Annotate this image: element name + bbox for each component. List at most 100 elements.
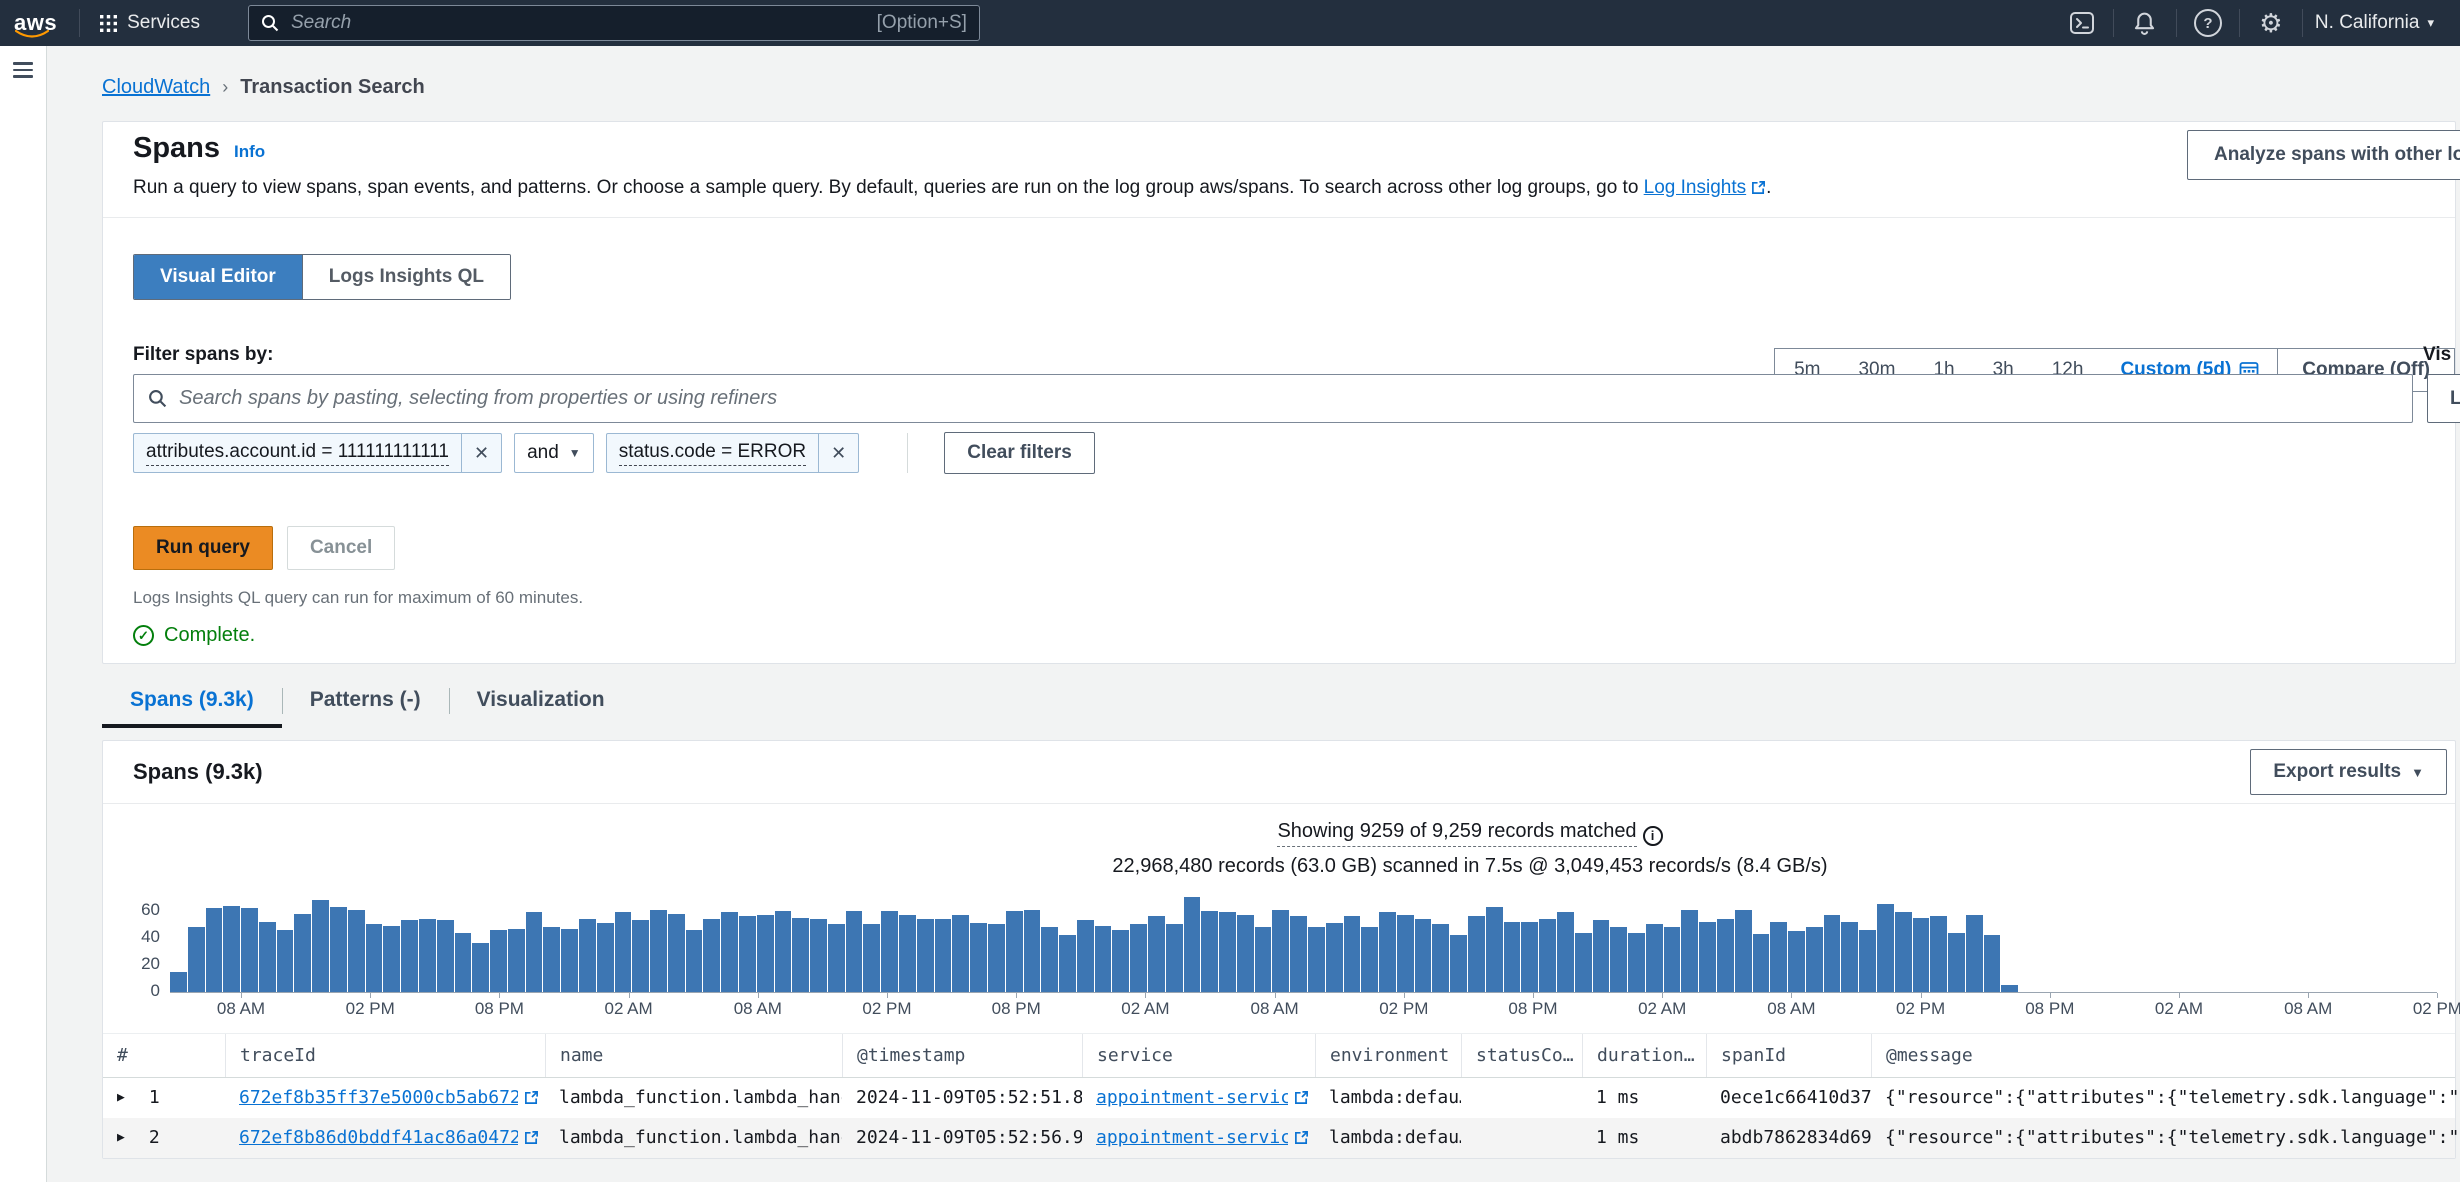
cell-timestamp: 2024-11-09T05:52:51.8… bbox=[842, 1087, 1082, 1108]
aws-logo[interactable]: aws bbox=[14, 10, 57, 36]
export-results-button[interactable]: Export results ▼ bbox=[2250, 749, 2447, 795]
span-filter-input[interactable] bbox=[177, 386, 2398, 411]
x-axis-label: 02 PM bbox=[1896, 999, 1945, 1019]
tab-spans[interactable]: Spans (9.3k) bbox=[102, 672, 282, 728]
histogram-bar bbox=[1859, 930, 1876, 992]
column-header-num[interactable]: # bbox=[103, 1034, 225, 1077]
traceId-link[interactable]: 672ef8b86d0bddf41ac86a0472656bdd bbox=[239, 1127, 518, 1148]
histogram-bar bbox=[1504, 922, 1521, 992]
column-header-spanId[interactable]: spanId bbox=[1706, 1034, 1871, 1077]
info-icon[interactable]: i bbox=[1643, 826, 1663, 846]
region-selector[interactable]: N. California ▾ bbox=[2303, 12, 2446, 34]
x-axis-tick bbox=[1662, 993, 1663, 998]
traceId-link[interactable]: 672ef8b35ff37e5000cb5ab6726ad522 bbox=[239, 1087, 518, 1108]
main-content: CloudWatch › Transaction Search Spans In… bbox=[47, 46, 2460, 1182]
histogram-bar bbox=[1130, 924, 1147, 992]
tab-patterns[interactable]: Patterns (-) bbox=[282, 672, 449, 728]
notifications-button[interactable] bbox=[2114, 0, 2176, 46]
settings-button[interactable]: ⚙ bbox=[2240, 0, 2302, 46]
y-axis-label: 20 bbox=[130, 954, 160, 974]
filter-token-status-code[interactable]: status.code = ERROR ✕ bbox=[606, 433, 860, 473]
x-axis-label: 02 AM bbox=[1121, 999, 1169, 1019]
cell-traceId: 672ef8b86d0bddf41ac86a0472656bdd bbox=[225, 1127, 545, 1148]
histogram-bar bbox=[988, 924, 1005, 992]
x-axis-label: 02 PM bbox=[862, 999, 911, 1019]
column-header-name[interactable]: name bbox=[545, 1034, 842, 1077]
histogram-bar bbox=[490, 930, 507, 992]
token-connector-dropdown[interactable]: and ▼ bbox=[514, 433, 594, 473]
help-button[interactable]: ? bbox=[2177, 0, 2239, 46]
histogram-bar bbox=[2001, 985, 2018, 992]
logs-insights-ql-tab[interactable]: Logs Insights QL bbox=[302, 255, 510, 299]
histogram-plot-area: 0204060 bbox=[170, 892, 2437, 993]
histogram-bar bbox=[526, 912, 543, 992]
histogram-bar bbox=[294, 914, 311, 992]
x-axis-label: 08 AM bbox=[1250, 999, 1298, 1019]
connector-label: and bbox=[527, 442, 559, 464]
histogram-bar bbox=[277, 930, 294, 992]
filter-input-row: Li bbox=[133, 374, 2455, 423]
analyze-spans-button[interactable]: Analyze spans with other lo bbox=[2187, 130, 2460, 180]
histogram-bar bbox=[1521, 922, 1538, 992]
histogram-bar bbox=[330, 907, 347, 992]
query-status-text: Complete. bbox=[164, 624, 255, 647]
histogram-bar bbox=[686, 930, 703, 992]
filter-tokens-row: attributes.account.id = 111111111111 ✕ a… bbox=[133, 432, 2455, 474]
x-axis-tick bbox=[758, 993, 759, 998]
histogram-bars bbox=[170, 892, 2018, 992]
chevron-down-icon: ▼ bbox=[2411, 765, 2424, 780]
column-header-timestamp[interactable]: @timestamp bbox=[842, 1034, 1082, 1077]
column-header-duration[interactable]: duration… bbox=[1582, 1034, 1706, 1077]
expand-row-icon[interactable]: ▶ bbox=[117, 1090, 125, 1105]
cloudshell-button[interactable] bbox=[2051, 0, 2113, 46]
row-number: 2 bbox=[149, 1127, 160, 1148]
histogram-bar bbox=[952, 915, 969, 992]
breadcrumb-cloudwatch-link[interactable]: CloudWatch bbox=[102, 76, 210, 99]
histogram-bar bbox=[312, 900, 329, 992]
spans-results-table: #traceIdname@timestampserviceenvironment… bbox=[103, 1033, 2455, 1158]
column-header-statusCode[interactable]: statusCo… bbox=[1461, 1034, 1582, 1077]
visualize-label: Vis bbox=[2423, 344, 2451, 366]
column-header-environment[interactable]: environment bbox=[1315, 1034, 1461, 1077]
column-header-service[interactable]: service bbox=[1082, 1034, 1315, 1077]
visualize-line-button[interactable]: Li bbox=[2427, 374, 2460, 423]
service-link[interactable]: appointment-service-get bbox=[1096, 1087, 1288, 1108]
cell-num: ▶2 bbox=[103, 1127, 225, 1148]
filter-spans-label: Filter spans by: bbox=[133, 344, 273, 365]
records-histogram: 0204060 08 AM02 PM08 PM02 AM08 AM02 PM08… bbox=[170, 892, 2455, 1019]
top-navigation: aws Services [Option+S] bbox=[0, 0, 2460, 46]
histogram-bar bbox=[1237, 915, 1254, 992]
external-link-icon bbox=[1294, 1130, 1309, 1145]
clear-filters-button[interactable]: Clear filters bbox=[944, 432, 1095, 474]
visual-editor-tab[interactable]: Visual Editor bbox=[134, 255, 302, 299]
histogram-bar bbox=[757, 915, 774, 992]
x-axis-label: 02 PM bbox=[1379, 999, 1428, 1019]
panel-header: Spans Info Run a query to view spans, sp… bbox=[103, 122, 2455, 218]
histogram-bar bbox=[170, 972, 187, 992]
cell-duration: 1 ms bbox=[1582, 1087, 1706, 1108]
global-search[interactable]: [Option+S] bbox=[248, 5, 980, 41]
expand-row-icon[interactable]: ▶ bbox=[117, 1130, 125, 1145]
filter-token-account-id[interactable]: attributes.account.id = 111111111111 ✕ bbox=[133, 433, 502, 473]
spans-query-panel: Spans Info Run a query to view spans, sp… bbox=[102, 121, 2456, 664]
tab-visualization[interactable]: Visualization bbox=[449, 672, 633, 728]
info-link[interactable]: Info bbox=[234, 142, 265, 162]
column-header-traceId[interactable]: traceId bbox=[225, 1034, 545, 1077]
log-insights-link[interactable]: Log Insights bbox=[1644, 177, 1766, 198]
cell-environment: lambda:defau… bbox=[1315, 1127, 1461, 1148]
x-axis-tick bbox=[1275, 993, 1276, 998]
cancel-button[interactable]: Cancel bbox=[287, 526, 395, 570]
y-axis-label: 40 bbox=[130, 927, 160, 947]
spans-results-panel: Spans (9.3k) Export results ▼ Showing 92… bbox=[102, 740, 2456, 1159]
remove-token-button[interactable]: ✕ bbox=[818, 434, 858, 472]
open-menu-button[interactable] bbox=[13, 62, 33, 78]
column-header-message[interactable]: @message bbox=[1871, 1034, 2460, 1077]
services-menu[interactable]: Services bbox=[80, 0, 220, 46]
global-search-input[interactable] bbox=[289, 11, 867, 35]
table-body: ▶1672ef8b35ff37e5000cb5ab6726ad522lambda… bbox=[103, 1078, 2455, 1158]
cell-service: appointment-service-get bbox=[1082, 1087, 1315, 1108]
run-query-button[interactable]: Run query bbox=[133, 526, 273, 570]
service-link[interactable]: appointment-service-get bbox=[1096, 1127, 1288, 1148]
remove-token-button[interactable]: ✕ bbox=[461, 434, 501, 472]
histogram-bar bbox=[1788, 931, 1805, 992]
